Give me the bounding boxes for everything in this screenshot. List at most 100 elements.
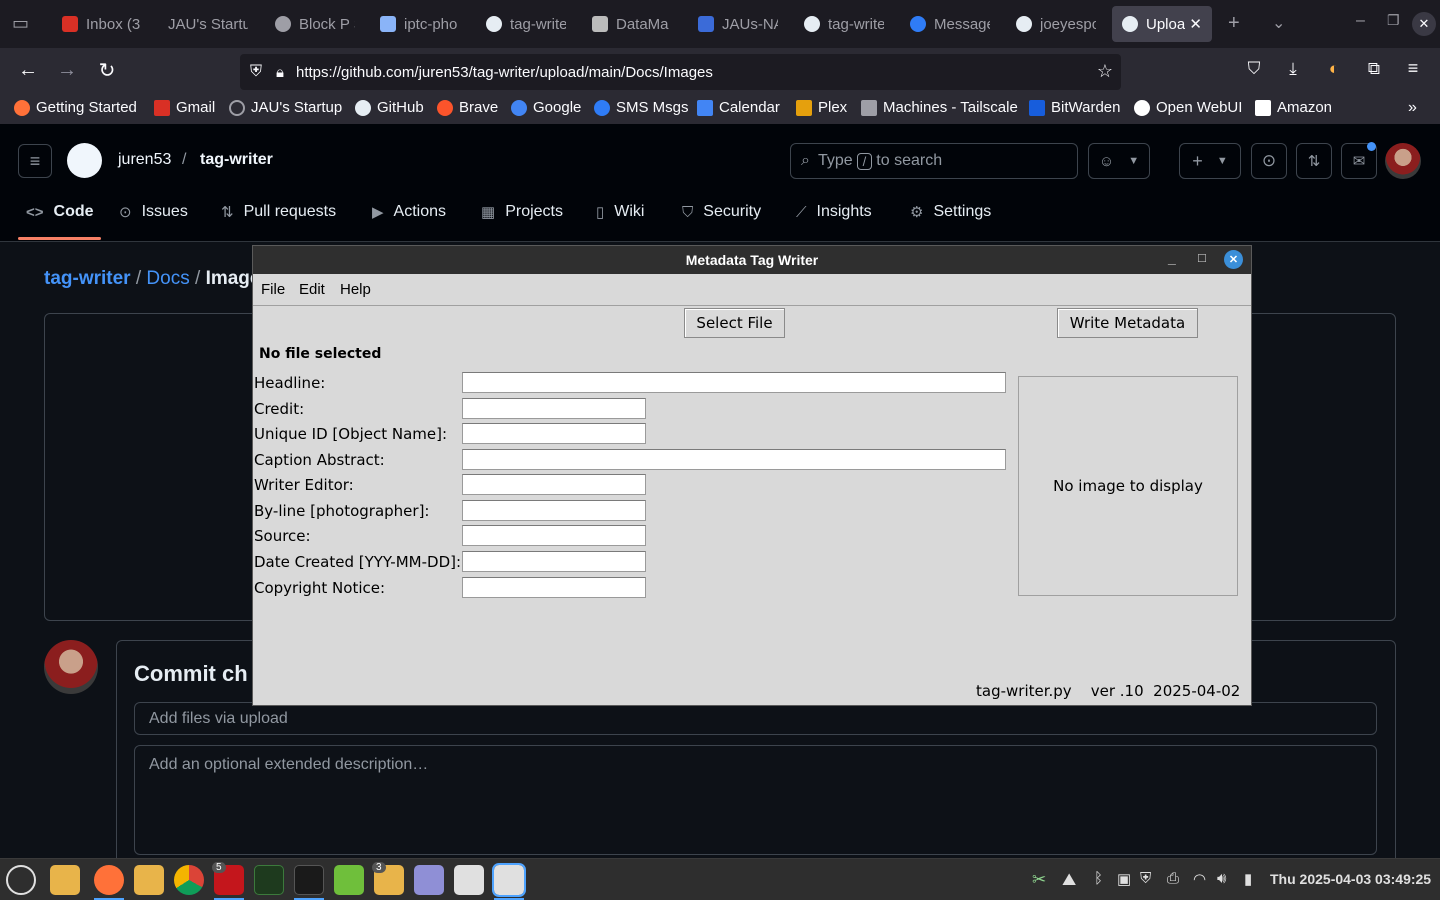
tab-wiki[interactable]: ▯ Wiki	[596, 203, 644, 221]
avatar[interactable]	[1385, 143, 1421, 179]
browser-tab[interactable]: joeyespo	[1006, 6, 1106, 42]
breadcrumb-docs[interactable]: Docs	[146, 268, 189, 289]
menu-edit[interactable]: Edit	[299, 281, 325, 298]
headline-field[interactable]	[462, 372, 1006, 393]
github-logo-icon[interactable]	[67, 143, 102, 178]
browser-tab[interactable]: DataMa	[582, 6, 682, 42]
downloads-icon[interactable]: ⤓	[1279, 59, 1307, 79]
close-tab-icon[interactable]: ✕	[1189, 15, 1202, 33]
create-new-button[interactable]: + ▼	[1179, 143, 1241, 179]
bookmark-item[interactable]: GitHub	[355, 99, 424, 116]
menu-help[interactable]: Help	[340, 281, 371, 298]
browser-tab[interactable]: tag-write	[794, 6, 894, 42]
browser-tab-active[interactable]: Uploa ✕	[1112, 6, 1212, 42]
tab-security[interactable]: ⛉ Security	[682, 203, 761, 221]
menu-icon[interactable]: ≡	[1399, 58, 1427, 79]
repo-owner-link[interactable]: juren53	[118, 151, 171, 169]
reload-icon[interactable]: ↻	[93, 58, 121, 83]
bookmarks-overflow-icon[interactable]: »	[1408, 99, 1417, 117]
bookmark-item[interactable]: Machines - Tailscale	[861, 99, 1018, 116]
byline-field[interactable]	[462, 500, 646, 521]
browser-tab[interactable]: iptc-pho	[370, 6, 470, 42]
forward-icon[interactable]: →	[53, 59, 81, 82]
issues-icon[interactable]: ⊙	[1251, 143, 1287, 179]
source-field[interactable]	[462, 525, 646, 546]
minimize-icon[interactable]: _	[1168, 250, 1176, 266]
clock[interactable]: Thu 2025-04-03 03:49:25	[1270, 871, 1431, 887]
browser-tab[interactable]: Message	[900, 6, 1000, 42]
url-text[interactable]: https://github.com/juren53/tag-writer/up…	[296, 64, 713, 81]
window-close-icon[interactable]: ✕	[1412, 12, 1436, 36]
menu-file[interactable]: File	[261, 281, 285, 298]
pull-requests-icon[interactable]: ⇅	[1296, 143, 1332, 179]
chrome-icon[interactable]	[174, 865, 204, 895]
close-icon[interactable]: ✕	[1224, 250, 1243, 269]
text-editor-icon[interactable]	[414, 865, 444, 895]
files-icon[interactable]	[134, 865, 164, 895]
tab-projects[interactable]: ▦ Projects	[481, 203, 563, 221]
breadcrumb-repo[interactable]: tag-writer	[44, 268, 131, 289]
system-monitor-icon[interactable]	[254, 865, 284, 895]
credit-field[interactable]	[462, 398, 646, 419]
shield-icon[interactable]: ⛨	[1140, 870, 1151, 887]
copilot-button[interactable]: ☺ ▼	[1088, 143, 1150, 179]
search-input[interactable]: ⌕ Type / to search	[790, 143, 1078, 179]
repo-name-link[interactable]: tag-writer	[200, 151, 273, 169]
battery-icon[interactable]: ▮	[1244, 870, 1252, 888]
select-file-button[interactable]: Select File	[684, 308, 785, 338]
browser-tab[interactable]: tag-write	[476, 6, 576, 42]
settings-icon[interactable]	[454, 865, 484, 895]
browser-tab[interactable]: Inbox (3	[52, 6, 152, 42]
writer-editor-field[interactable]	[462, 474, 646, 495]
window-titlebar[interactable]: Metadata Tag Writer _ □ ✕	[253, 246, 1251, 274]
url-bar[interactable]: ⛨ 🔒︎ https://github.com/juren53/tag-writ…	[240, 54, 1121, 90]
mint-menu-icon[interactable]	[6, 865, 36, 895]
maximize-icon[interactable]: ❐	[1387, 12, 1400, 29]
clipboard-icon[interactable]: ▣	[1117, 870, 1131, 888]
browser-tab[interactable]: Block P S	[265, 6, 365, 42]
minimize-icon[interactable]: –	[1356, 12, 1365, 30]
tab-code[interactable]: <> Code	[26, 203, 94, 221]
tray-cloud-icon[interactable]: ⛰	[1062, 870, 1076, 890]
browser-tab[interactable]: JAU's Startu	[158, 6, 258, 42]
bookmark-item[interactable]: Google	[511, 99, 581, 116]
new-tab-icon[interactable]: +	[1228, 12, 1240, 35]
write-metadata-button[interactable]: Write Metadata	[1057, 308, 1198, 338]
tab-pull-requests[interactable]: ⇅ Pull requests	[221, 203, 336, 221]
bookmark-item[interactable]: BitWarden	[1029, 99, 1120, 116]
bookmark-item[interactable]: SMS Msgs	[594, 99, 689, 116]
tab-issues[interactable]: ⊙ Issues	[119, 203, 188, 221]
pocket-icon[interactable]: ⛉	[1240, 59, 1268, 79]
tab-actions[interactable]: ▶ Actions	[372, 203, 446, 221]
commit-description-input[interactable]: Add an optional extended description…	[134, 745, 1377, 855]
commit-summary-input[interactable]: Add files via upload	[134, 702, 1377, 735]
tab-settings[interactable]: ⚙ Settings	[910, 203, 991, 221]
folder-icon[interactable]	[50, 865, 80, 895]
tab-list-icon[interactable]: ⌄	[1272, 13, 1285, 33]
browser-tab[interactable]: JAUs-NA	[688, 6, 788, 42]
wifi-icon[interactable]: ◠	[1193, 870, 1206, 888]
bluetooth-icon[interactable]: ᛒ	[1094, 870, 1103, 887]
bookmark-star-icon[interactable]: ☆	[1097, 61, 1113, 82]
copyright-notice-field[interactable]	[462, 577, 646, 598]
bookmark-item[interactable]: Gmail	[154, 99, 215, 116]
bookmark-item[interactable]: Plex	[796, 99, 847, 116]
mint-software-icon[interactable]	[334, 865, 364, 895]
terminal-icon[interactable]	[294, 865, 324, 895]
unique-id-field[interactable]	[462, 423, 646, 444]
bookmark-item[interactable]: Amazon	[1255, 99, 1332, 116]
account-icon[interactable]: ◐	[1320, 59, 1348, 79]
maximize-icon[interactable]: □	[1198, 250, 1206, 265]
hamburger-icon[interactable]: ≡	[18, 144, 52, 178]
firefox-view-icon[interactable]: ▭	[12, 13, 29, 34]
volume-icon[interactable]: 🔊︎	[1217, 870, 1226, 887]
bookmark-item[interactable]: Open WebUI	[1134, 99, 1242, 116]
bookmark-item[interactable]: Calendar	[697, 99, 780, 116]
printer-icon[interactable]: ⎙	[1167, 870, 1179, 887]
back-icon[interactable]: ←	[14, 59, 42, 82]
date-created-field[interactable]	[462, 551, 646, 572]
caption-abstract-field[interactable]	[462, 449, 1006, 470]
extensions-icon[interactable]: ⧉	[1360, 59, 1388, 79]
shield-icon[interactable]: ⛨	[250, 63, 262, 81]
firefox-icon[interactable]	[94, 865, 124, 895]
